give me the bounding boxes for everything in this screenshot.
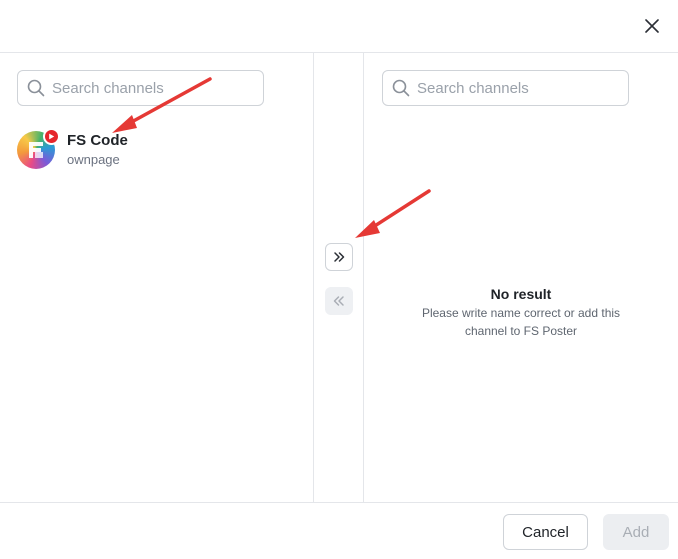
search-icon: [391, 78, 411, 98]
close-button[interactable]: [640, 14, 664, 38]
channel-name: FS Code: [67, 131, 128, 149]
search-icon: [26, 78, 46, 98]
right-search-box[interactable]: [382, 70, 629, 106]
selected-channels-pane: No result Please write name correct or a…: [364, 53, 678, 502]
close-icon: [645, 19, 659, 33]
youtube-icon: [43, 128, 60, 145]
channel-text: FS Code ownpage: [67, 132, 128, 169]
empty-state-description: Please write name correct or add this ch…: [421, 306, 621, 338]
empty-state-title: No result: [490, 286, 552, 302]
left-search-input[interactable]: [52, 79, 242, 97]
select-channels-modal: FS Code ownpage: [0, 0, 678, 559]
modal-body: FS Code ownpage: [0, 53, 678, 502]
modal-header: [0, 0, 678, 53]
available-channels-pane: FS Code ownpage: [0, 53, 314, 502]
modal-footer: Cancel Add: [0, 502, 678, 559]
cancel-button[interactable]: Cancel: [503, 514, 588, 550]
right-search-input[interactable]: [417, 79, 607, 97]
empty-state: No result Please write name correct or a…: [364, 285, 678, 340]
transfer-controls: [314, 53, 364, 502]
left-search-box[interactable]: [17, 70, 264, 106]
double-chevron-left-icon: [333, 296, 344, 306]
channel-item-fs-code[interactable]: FS Code ownpage: [17, 128, 297, 171]
move-all-right-button[interactable]: [325, 243, 353, 271]
move-all-left-button[interactable]: [325, 287, 353, 315]
double-chevron-right-icon: [334, 252, 345, 262]
add-button[interactable]: Add: [603, 514, 669, 550]
avatar: [17, 128, 60, 169]
channel-subtitle: ownpage: [67, 151, 120, 167]
